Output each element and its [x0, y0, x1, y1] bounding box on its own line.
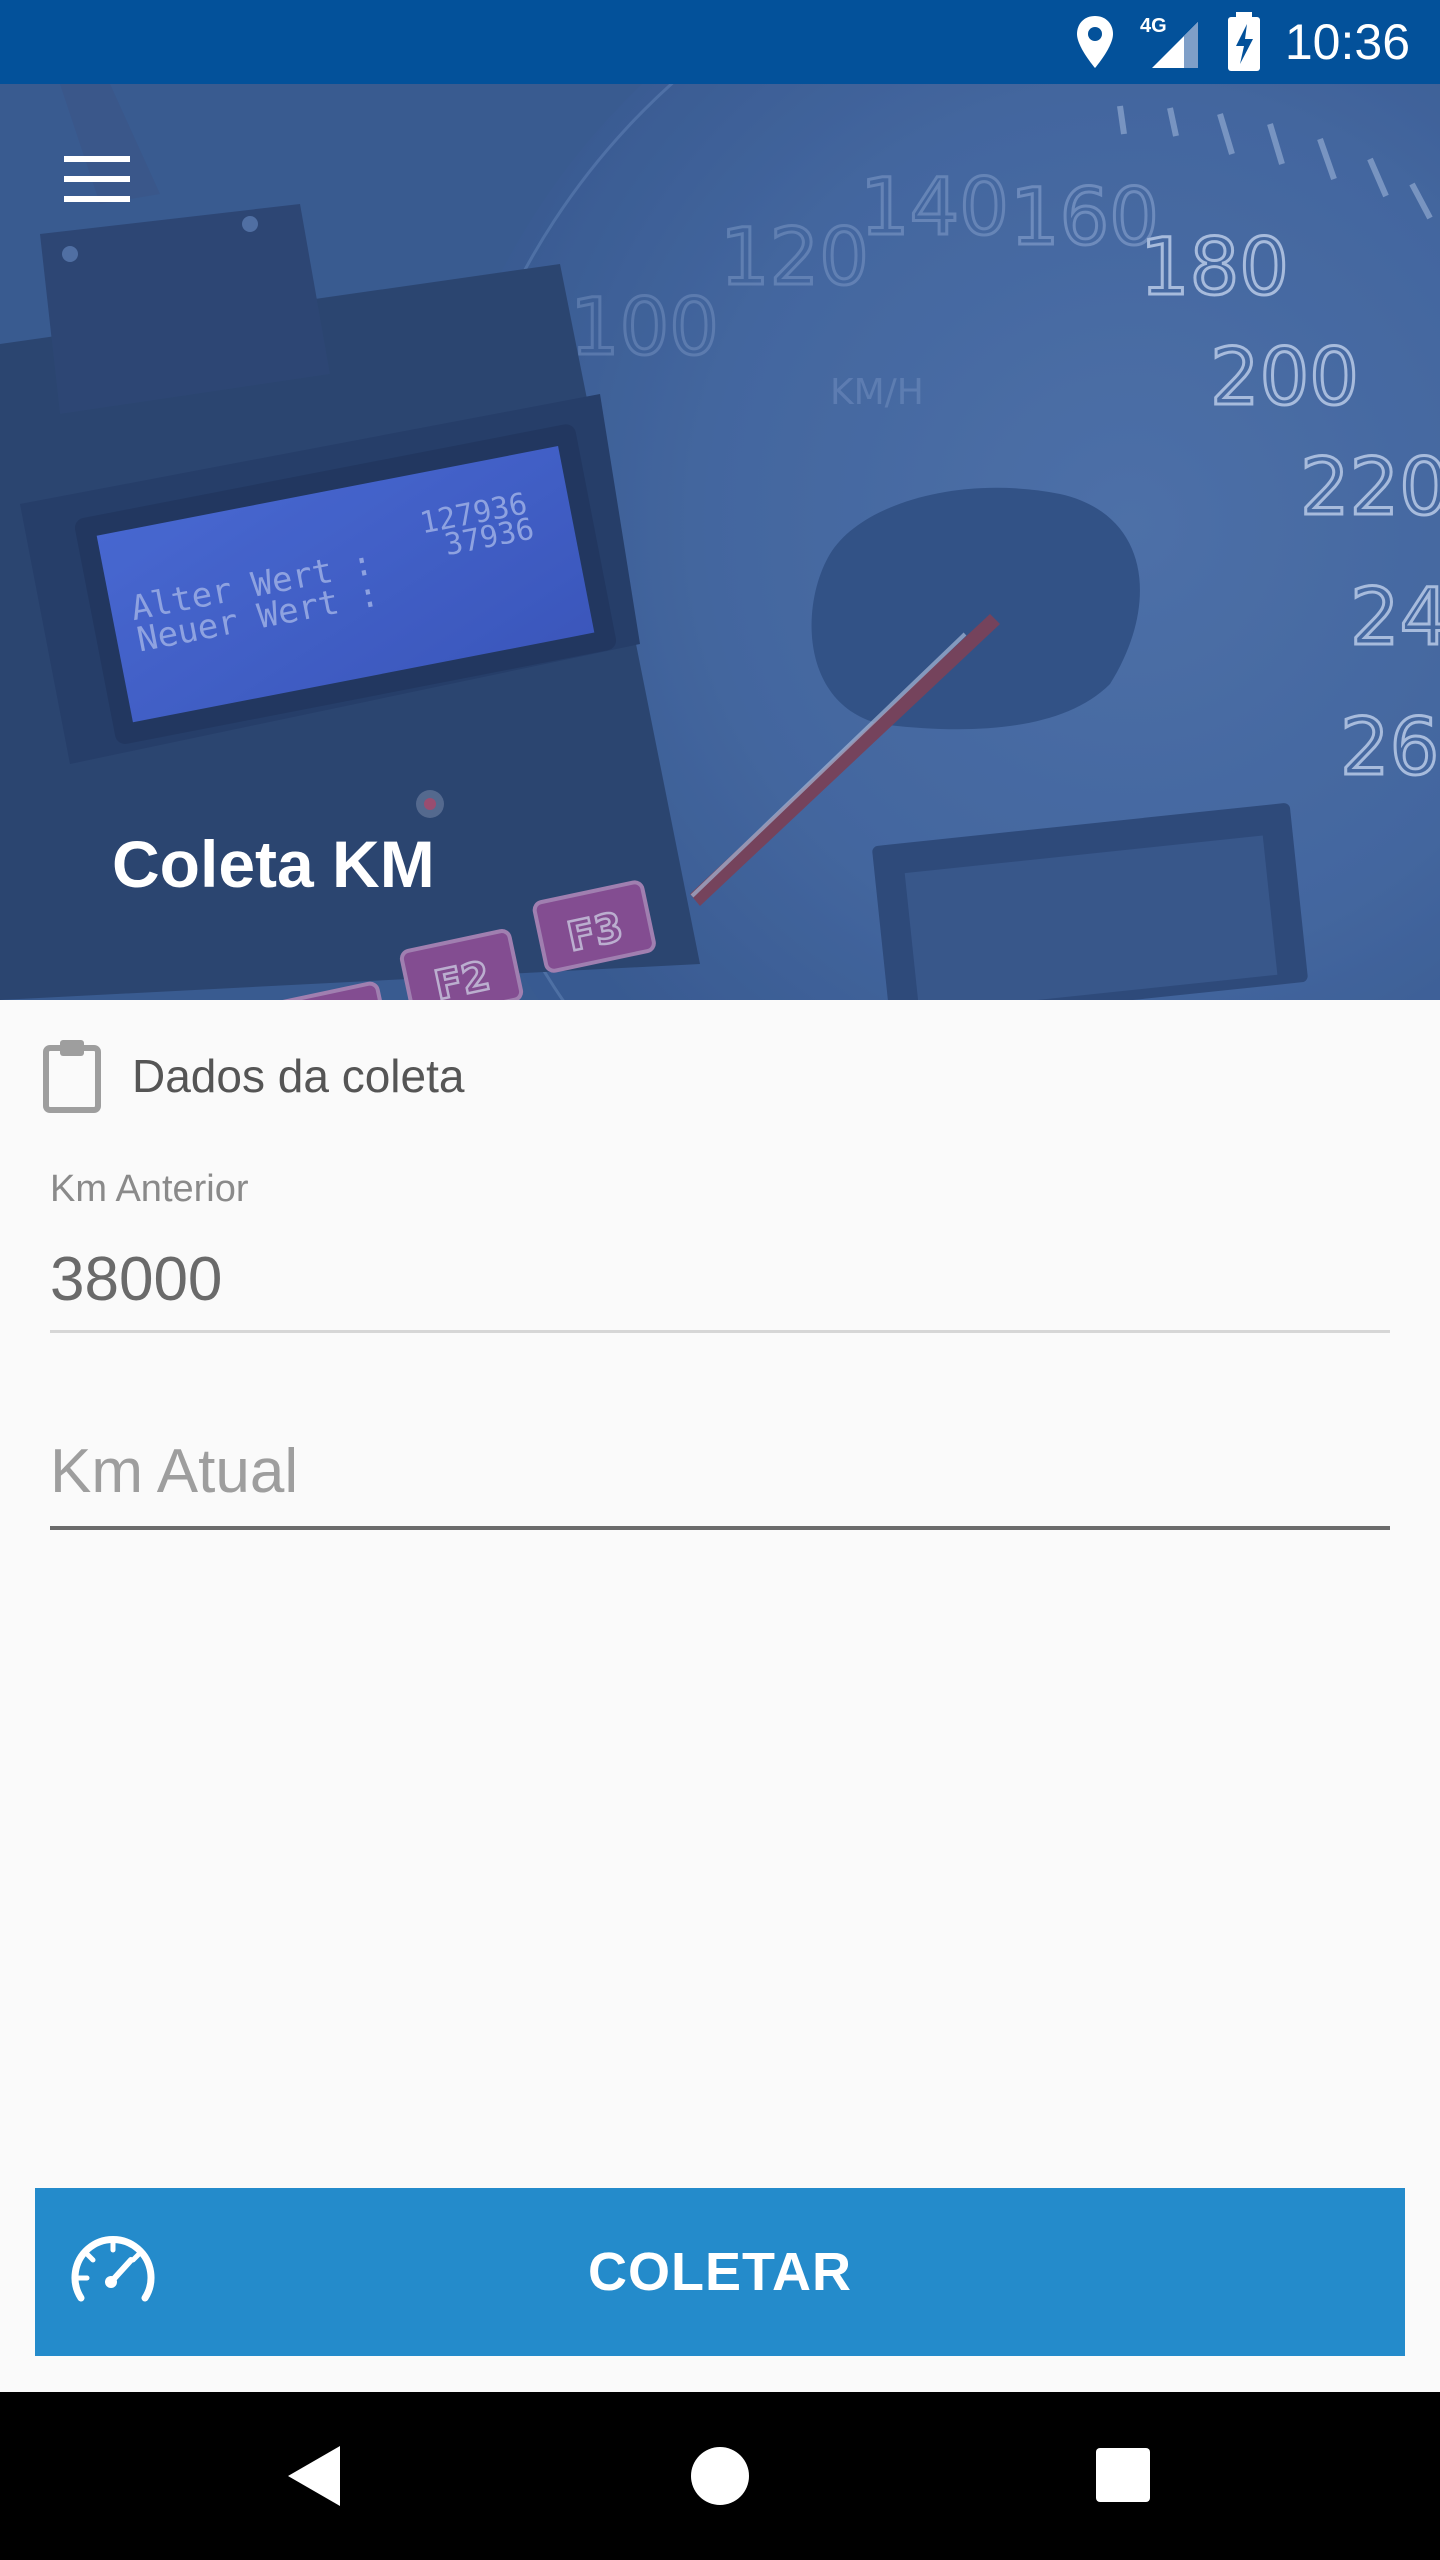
location-icon	[1077, 16, 1113, 68]
home-icon[interactable]	[670, 2426, 770, 2526]
section-label: Dados da coleta	[132, 1050, 465, 1102]
battery-charging-icon	[1228, 12, 1260, 71]
recents-icon[interactable]	[1074, 2426, 1174, 2526]
hamburger-menu-icon[interactable]	[44, 134, 144, 234]
km-anterior-field[interactable]: Km Anterior 38000	[50, 1162, 1390, 1337]
km-anterior-underline	[50, 1330, 1390, 1333]
clipboard-icon	[43, 1040, 101, 1113]
km-anterior-label: Km Anterior	[50, 1168, 249, 1210]
km-atual-field[interactable]: Km Atual	[50, 1420, 1390, 1535]
coletar-button[interactable]: COLETAR	[35, 2188, 1405, 2356]
status-bar: 4G 10:36	[0, 0, 1440, 84]
back-icon[interactable]	[266, 2426, 366, 2526]
km-anterior-value[interactable]: 38000	[50, 1244, 222, 1315]
navigation-bar	[0, 2392, 1440, 2560]
page-title: Coleta KM	[112, 827, 435, 901]
header-banner: 100 120 140 160 180 200 220 240 260 KM/H…	[0, 84, 1440, 1000]
signal-4g-icon: 4G	[1140, 15, 1198, 68]
section-heading: Dados da coleta	[40, 1036, 464, 1116]
status-time: 10:36	[1284, 14, 1410, 70]
km-atual-underline	[50, 1526, 1390, 1530]
network-type-label: 4G	[1140, 15, 1167, 37]
km-atual-input[interactable]: Km Atual	[50, 1436, 298, 1507]
coletar-button-label: COLETAR	[588, 2242, 852, 2302]
